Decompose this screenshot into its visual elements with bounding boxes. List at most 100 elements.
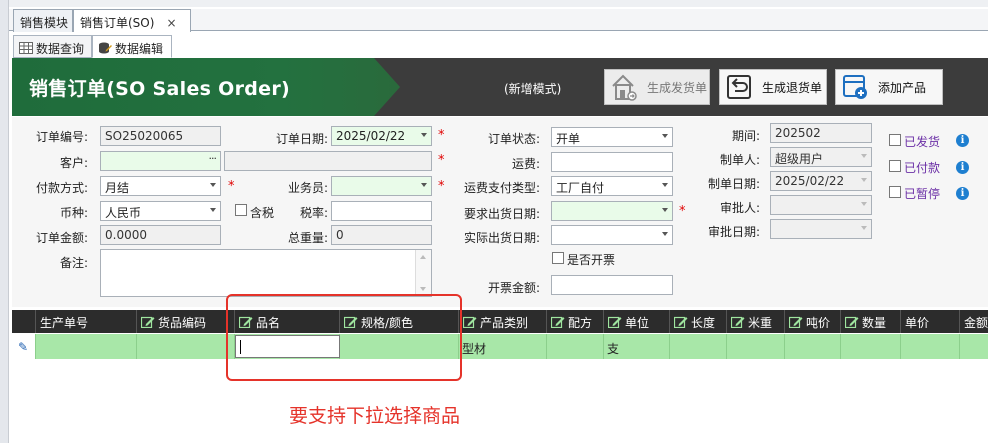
column-header[interactable]: 生产单号 [36, 310, 137, 333]
house-icon [609, 72, 639, 102]
tab-sales-order[interactable]: 销售订单(SO) × [73, 9, 191, 32]
table-cell[interactable] [841, 334, 901, 359]
add-product-button[interactable]: 添加产品 [835, 69, 943, 105]
close-icon[interactable]: × [166, 16, 176, 30]
creator-select: 超级用户 [770, 147, 872, 167]
table-cell[interactable] [785, 334, 841, 359]
paid-checkbox[interactable] [889, 160, 901, 172]
create-date-label: 制单日期: [707, 177, 760, 191]
tab-label: 销售订单(SO) [80, 16, 155, 30]
scrollbar[interactable] [415, 250, 431, 296]
tab-data-edit[interactable]: 数据编辑 [92, 35, 172, 58]
column-header[interactable]: 金额 [960, 310, 988, 333]
edit-icon [845, 316, 859, 328]
generate-delivery-button[interactable]: 生成发货单 [604, 69, 710, 105]
chevron-down-icon [662, 183, 668, 187]
table-cell[interactable] [670, 334, 727, 359]
column-header[interactable]: 数量 [841, 310, 901, 333]
column-header[interactable]: 米重 [727, 310, 785, 333]
edit-icon [789, 316, 803, 328]
column-label: 货品编码 [158, 316, 207, 330]
table-row[interactable]: ✎ 型材 支 [12, 334, 988, 359]
remark-textarea[interactable] [100, 249, 432, 297]
customer-field[interactable]: ··· [100, 151, 221, 171]
scroll-up-icon [420, 255, 426, 259]
edit-icon [141, 316, 155, 328]
column-header[interactable]: 货品编码 [137, 310, 235, 333]
info-icon[interactable]: i [956, 134, 969, 147]
freight-pay-select[interactable]: 工厂自付 [551, 176, 673, 196]
table-cell[interactable] [960, 334, 988, 359]
actual-ship-date-label: 实际出货日期: [463, 231, 540, 245]
column-header[interactable]: 产品类别 [459, 310, 547, 333]
column-label: 米重 [748, 316, 773, 330]
document-tabs: 销售模块 销售订单(SO) × [9, 9, 988, 32]
table-cell[interactable] [547, 334, 604, 359]
column-header[interactable]: 吨价 [785, 310, 841, 333]
order-date-picker[interactable]: 2025/02/22 [331, 126, 432, 146]
grid-header: 生产单号 货品编码 品名 规格/颜色 产品类别 配方 单位 长度 米重 吨价 数… [12, 310, 988, 333]
customer-name-field [224, 151, 432, 171]
table-cell[interactable]: 型材 [459, 334, 547, 359]
page-header: 销售订单(SO Sales Order) (新增模式) 生成发货单 生成退货单 [12, 58, 988, 116]
invoice-amount-label: 开票金额: [487, 281, 540, 295]
period-label: 期间: [731, 129, 760, 143]
payment-select[interactable]: 月结 [100, 176, 221, 196]
paid-label: 已付款 [904, 161, 941, 175]
total-weight-field: 0 [331, 225, 432, 245]
actual-ship-date-picker[interactable] [551, 225, 673, 245]
invoice-amount-field[interactable] [551, 275, 673, 295]
req-ship-date-picker[interactable] [551, 201, 673, 221]
shipped-label: 已发货 [904, 135, 941, 149]
chevron-down-icon [662, 208, 668, 212]
annotation-highlight-box [226, 294, 462, 381]
required-mark: * [438, 153, 445, 168]
column-label: 单价 [905, 316, 930, 330]
approver-select [770, 195, 872, 215]
approver-label: 审批人: [719, 201, 760, 215]
currency-label: 币种: [59, 206, 88, 220]
table-cell[interactable]: 支 [604, 334, 670, 359]
required-mark: * [438, 179, 445, 194]
order-status-select[interactable]: 开单 [551, 127, 673, 147]
column-header[interactable]: 长度 [670, 310, 727, 333]
order-lines-grid: 生产单号 货品编码 品名 规格/颜色 产品类别 配方 单位 长度 米重 吨价 数… [12, 310, 988, 443]
edit-icon [463, 316, 477, 328]
customer-picker-button[interactable]: ··· [209, 152, 217, 165]
table-cell[interactable] [137, 334, 235, 359]
order-no-field[interactable]: SO25020065 [100, 126, 221, 146]
add-product-icon [840, 72, 870, 102]
period-field: 202502 [770, 123, 872, 143]
column-header[interactable]: 单价 [901, 310, 960, 333]
create-date-picker: 2025/02/22 [770, 171, 872, 191]
chevron-down-icon [861, 226, 867, 230]
shipped-checkbox[interactable] [889, 134, 901, 146]
table-cell[interactable] [901, 334, 960, 359]
freight-field[interactable] [551, 152, 673, 172]
required-mark: * [228, 179, 235, 194]
generate-return-button[interactable]: 生成退货单 [719, 69, 827, 105]
chevron-down-icon [210, 183, 216, 187]
tab-sales-module[interactable]: 销售模块 [13, 9, 73, 32]
tab-data-query[interactable]: 数据查询 [13, 35, 92, 58]
column-label: 数量 [862, 316, 887, 330]
table-cell[interactable] [36, 334, 137, 359]
chevron-down-icon [861, 154, 867, 158]
currency-select[interactable]: 人民币 [100, 201, 221, 221]
chevron-down-icon [210, 208, 216, 212]
table-cell[interactable] [727, 334, 785, 359]
tax-rate-field[interactable] [331, 201, 432, 221]
remark-label: 备注: [59, 256, 88, 270]
paused-checkbox[interactable] [889, 186, 901, 198]
info-icon[interactable]: i [956, 187, 969, 200]
column-header[interactable]: 配方 [547, 310, 604, 333]
tax-included-checkbox[interactable] [235, 204, 247, 216]
column-label: 配方 [568, 316, 593, 330]
info-icon[interactable]: i [956, 161, 969, 174]
left-edge-panel [0, 0, 9, 443]
salesman-select[interactable] [331, 176, 432, 196]
chevron-down-icon [861, 202, 867, 206]
annotation-text: 要支持下拉选择商品 [289, 405, 461, 427]
invoice-checkbox[interactable] [552, 252, 564, 264]
column-header[interactable]: 单位 [604, 310, 670, 333]
